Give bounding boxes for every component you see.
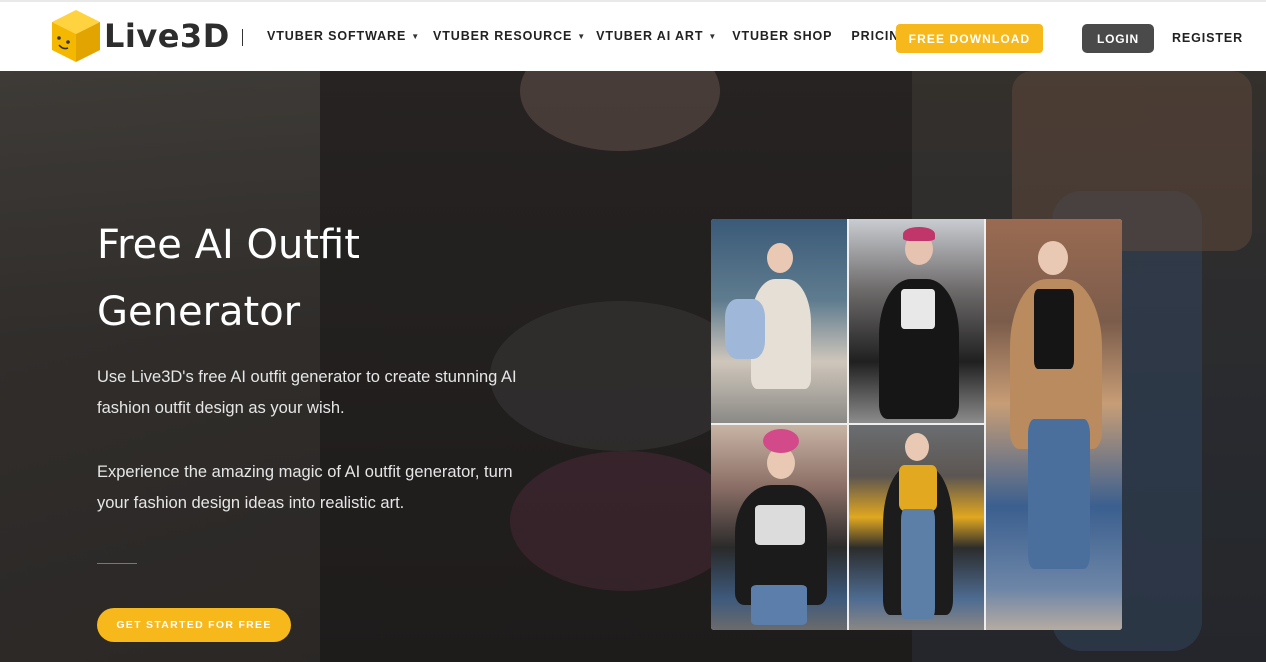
caret-down-icon: ▼ [708, 31, 718, 41]
hero-title: Free AI Outfit Generator [97, 212, 497, 346]
nav-label: VTUBER SOFTWARE [267, 29, 407, 43]
outfit-photo-5 [849, 425, 984, 630]
outfit-photo-3 [986, 219, 1122, 630]
hero-title-line: Free AI Outfit [97, 222, 360, 268]
nav-vtuber-software[interactable]: VTUBER SOFTWARE ▼ [267, 29, 420, 43]
caret-down-icon: ▼ [411, 31, 421, 41]
get-started-button[interactable]: GET STARTED FOR FREE [97, 608, 291, 642]
logo-link[interactable]: Live3D [50, 8, 230, 64]
free-download-button[interactable]: FREE DOWNLOAD [896, 24, 1043, 53]
yellow-cube-smiley-icon [52, 10, 100, 62]
header-divider [242, 29, 243, 46]
nav-label: VTUBER RESOURCE [433, 29, 573, 43]
hero-description-secondary: Experience the amazing magic of AI outfi… [97, 463, 513, 512]
nav-vtuber-shop[interactable]: VTUBER SHOP [732, 29, 832, 43]
register-link[interactable]: REGISTER [1172, 31, 1243, 45]
login-button[interactable]: LOGIN [1082, 24, 1154, 53]
nav-label: VTUBER SHOP [732, 29, 833, 43]
outfit-photo-1 [711, 219, 847, 423]
hero-description: Use Live3D's free AI outfit generator to… [97, 368, 517, 417]
outfit-collage-image [711, 219, 1122, 630]
hero-title-line: Generator [97, 289, 301, 335]
divider [97, 563, 137, 564]
nav-vtuber-ai-art[interactable]: VTUBER AI ART ▼ [596, 29, 717, 43]
main-nav: VTUBER SOFTWARE ▼ VTUBER RESOURCE ▼ VTUB… [267, 29, 910, 43]
nav-vtuber-resource[interactable]: VTUBER RESOURCE ▼ [433, 29, 586, 43]
outfit-photo-2 [849, 219, 984, 423]
caret-down-icon: ▼ [577, 31, 587, 41]
nav-label: VTUBER AI ART [596, 29, 704, 43]
site-header: Live3D VTUBER SOFTWARE ▼ VTUBER RESOURCE… [0, 0, 1266, 71]
outfit-photo-4 [711, 425, 847, 630]
logo-text: Live3D [104, 17, 230, 55]
